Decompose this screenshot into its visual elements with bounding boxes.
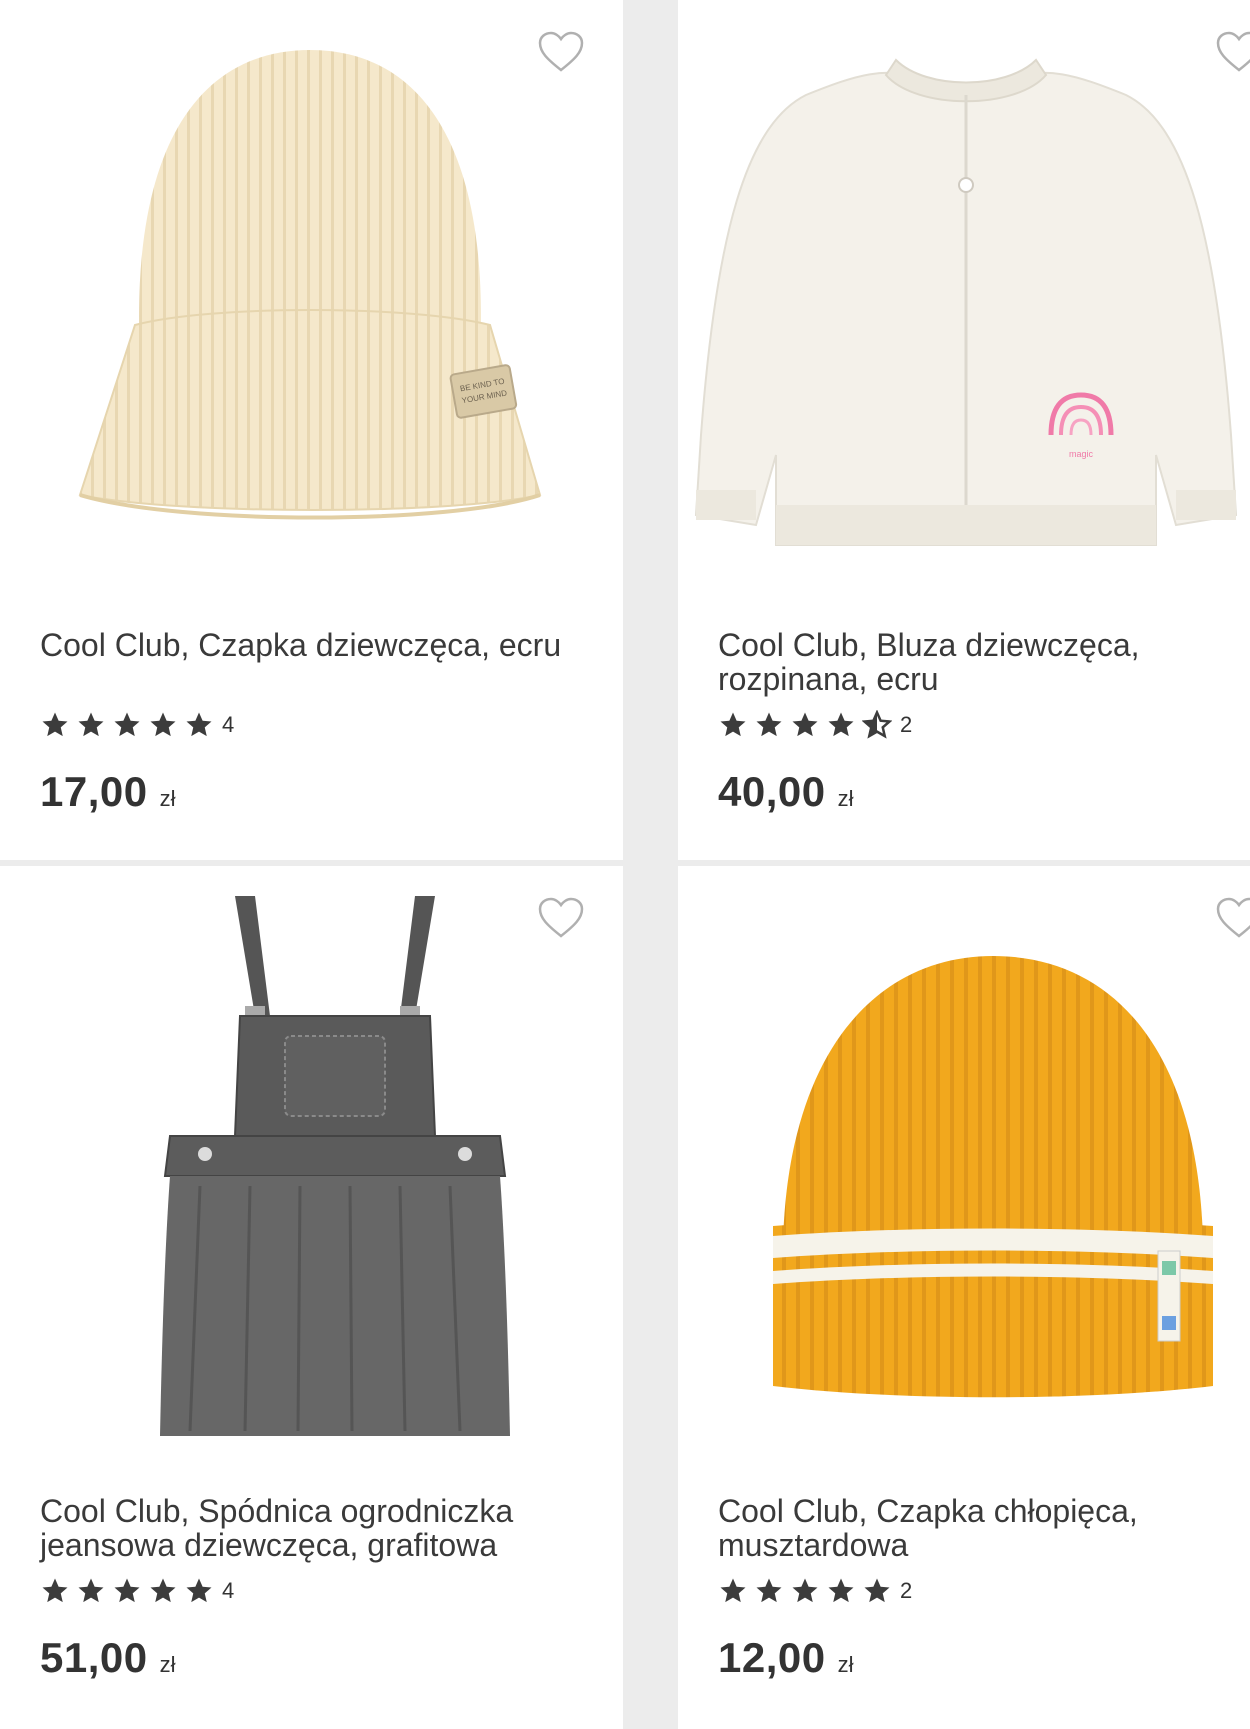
price-value: 51,00 — [40, 1634, 148, 1681]
star-filled-icon — [114, 1578, 140, 1603]
product-price: 12,00 zł — [718, 1634, 854, 1682]
product-card[interactable]: Cool Club, Spódnica ogrodniczka jeansowa… — [0, 866, 623, 1729]
review-count: 4 — [222, 1578, 235, 1603]
product-price: 51,00 zł — [40, 1634, 176, 1682]
star-filled-icon — [828, 1578, 854, 1603]
star-filled-icon — [720, 1578, 746, 1603]
product-card[interactable]: Cool Club, Czapka chłopięca, musztardowa… — [678, 866, 1250, 1729]
product-price: 17,00 zł — [40, 768, 176, 816]
product-title[interactable]: Cool Club, Spódnica ogrodniczka jeansowa… — [40, 1494, 570, 1562]
star-filled-icon — [114, 712, 140, 737]
price-value: 17,00 — [40, 768, 148, 815]
price-currency: zł — [837, 1652, 854, 1677]
star-filled-icon — [150, 1578, 176, 1603]
product-title[interactable]: Cool Club, Czapka dziewczęca, ecru — [40, 628, 570, 662]
product-image-graphite-pinafore[interactable] — [160, 886, 510, 1456]
star-filled-icon — [828, 712, 854, 737]
review-count: 4 — [222, 712, 235, 737]
product-rating: 4 — [40, 1576, 234, 1606]
star-filled-icon — [42, 712, 68, 737]
price-currency: zł — [159, 786, 176, 811]
price-currency: zł — [837, 786, 854, 811]
star-filled-icon — [756, 712, 782, 737]
heart-icon[interactable] — [537, 896, 585, 940]
product-title[interactable]: Cool Club, Czapka chłopięca, musztardowa — [718, 1494, 1248, 1562]
star-half-icon — [862, 710, 892, 739]
price-value: 12,00 — [718, 1634, 826, 1681]
product-card[interactable]: magic Cool Club, Bluza dziewczęca, rozpi… — [678, 0, 1250, 860]
star-filled-icon — [186, 1578, 212, 1603]
svg-text:magic: magic — [1069, 449, 1094, 459]
price-value: 40,00 — [718, 768, 826, 815]
review-count: 2 — [900, 1578, 913, 1603]
product-rating: 4 — [40, 710, 234, 740]
heart-icon[interactable] — [1215, 896, 1250, 940]
star-filled-icon — [78, 712, 104, 737]
product-title[interactable]: Cool Club, Bluza dziewczęca, rozpinana, … — [718, 628, 1248, 696]
product-image-ecru-beanie[interactable]: BE KIND TO YOUR MIND — [70, 25, 550, 585]
product-price: 40,00 zł — [718, 768, 854, 816]
star-filled-icon — [150, 712, 176, 737]
product-card[interactable]: BE KIND TO YOUR MIND Cool Club, Czapka d… — [0, 0, 623, 860]
star-filled-icon — [756, 1578, 782, 1603]
price-currency: zł — [159, 1652, 176, 1677]
star-filled-icon — [792, 1578, 818, 1603]
star-filled-icon — [720, 712, 746, 737]
star-filled-icon — [78, 1578, 104, 1603]
star-filled-icon — [864, 1578, 890, 1603]
product-image-mustard-beanie[interactable] — [758, 946, 1228, 1406]
product-rating: 2 — [718, 710, 912, 740]
product-image-ecru-jacket[interactable]: magic — [686, 35, 1242, 575]
review-count: 2 — [900, 712, 913, 737]
star-filled-icon — [186, 712, 212, 737]
product-rating: 2 — [718, 1576, 912, 1606]
star-filled-icon — [42, 1578, 68, 1603]
star-filled-icon — [792, 712, 818, 737]
